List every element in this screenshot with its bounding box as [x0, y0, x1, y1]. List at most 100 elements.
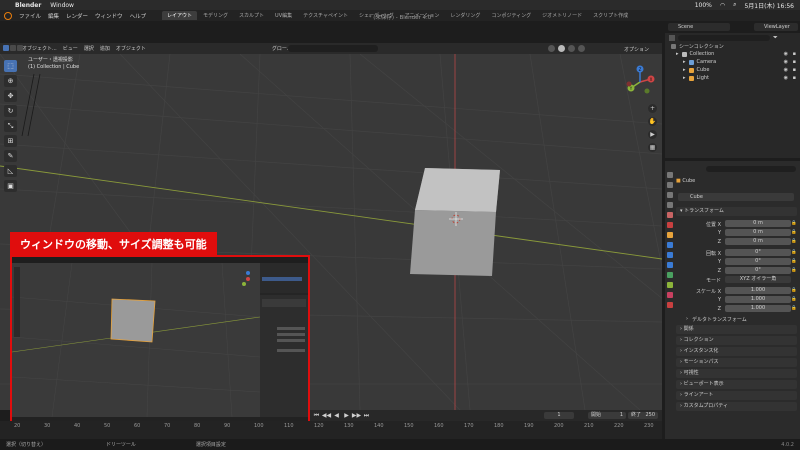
render-camera-icon[interactable]: ▪	[793, 75, 796, 81]
menu-help[interactable]: ヘルプ	[130, 12, 147, 20]
transform-icon[interactable]: ⊞	[4, 135, 17, 147]
render-camera-icon[interactable]: ▪	[793, 59, 796, 65]
tool-tab-icon[interactable]	[667, 172, 673, 178]
solid-shading-icon[interactable]	[558, 45, 565, 52]
navigation-gizmo[interactable]: X Y Z	[622, 64, 658, 100]
tab-0[interactable]: レイアウト	[162, 11, 198, 20]
outliner-search[interactable]	[678, 34, 770, 41]
prev-keyframe-icon[interactable]: ◀◀	[322, 412, 331, 419]
properties-section[interactable]: › 関係	[676, 325, 797, 334]
rotation-y[interactable]: Y 0° 🔒	[676, 258, 797, 266]
scale-icon[interactable]: ⤡	[4, 120, 17, 132]
tab-9[interactable]: ジオメトリノード	[537, 11, 587, 20]
scale-y[interactable]: Y 1.000 🔒	[676, 296, 797, 304]
rotation-mode[interactable]: モード XYZ オイラー角	[676, 276, 797, 284]
view-layer-tab-icon[interactable]	[667, 202, 673, 208]
transform-panel-header[interactable]: ▾ トランスフォーム	[676, 207, 797, 216]
viewport-search[interactable]	[288, 45, 378, 52]
rendered-shading-icon[interactable]	[578, 45, 585, 52]
tab-3[interactable]: UV編集	[270, 11, 297, 20]
visibility-eye-icon[interactable]: ◉	[784, 51, 788, 57]
properties-section[interactable]: › モーションパス	[676, 358, 797, 367]
material-shading-icon[interactable]	[568, 45, 575, 52]
wifi-icon[interactable]: ◠	[720, 2, 725, 9]
move-icon[interactable]: ✥	[4, 90, 17, 102]
expand-arrow-icon[interactable]: ▸	[676, 51, 679, 57]
rotation-z[interactable]: Z 0° 🔒	[676, 267, 797, 275]
menu-view[interactable]: ビュー	[63, 45, 78, 52]
render-camera-icon[interactable]: ▪	[793, 51, 796, 57]
expand-arrow-icon[interactable]: ▸	[683, 75, 686, 81]
world-tab-icon[interactable]	[667, 222, 673, 228]
output-tab-icon[interactable]	[667, 192, 673, 198]
scene-selector[interactable]: Scene	[668, 23, 730, 31]
cursor-icon[interactable]: ⊕	[4, 75, 17, 87]
properties-section[interactable]: › コレクション	[676, 336, 797, 345]
tab-4[interactable]: テクスチャペイント	[298, 11, 353, 20]
render-tab-icon[interactable]	[667, 182, 673, 188]
properties-section[interactable]: › ビューポート表示	[676, 380, 797, 389]
hand-icon[interactable]: ✋	[648, 117, 657, 126]
tab-2[interactable]: スカルプト	[234, 11, 269, 20]
clock[interactable]: 5月1日(木) 16:56	[744, 1, 794, 10]
outliner-item[interactable]: ▸ Collection ◉ ▪	[665, 50, 800, 58]
menu-render[interactable]: レンダー	[66, 12, 88, 20]
camera-view-icon[interactable]: ▶	[648, 130, 657, 139]
texture-tab-icon[interactable]	[667, 302, 673, 308]
location-y[interactable]: Y0 m 🔒	[676, 229, 797, 237]
outliner-item[interactable]: ▸ Cube ◉ ▪	[665, 66, 800, 74]
tab-10[interactable]: スクリプト作成	[588, 11, 633, 20]
jump-end-icon[interactable]: ⏭	[363, 412, 370, 419]
view-layer-selector[interactable]: ViewLayer	[754, 23, 798, 31]
annotate-icon[interactable]: ✎	[4, 150, 17, 162]
jump-start-icon[interactable]: ⏮	[313, 412, 320, 419]
render-camera-icon[interactable]: ▪	[793, 67, 796, 73]
material-tab-icon[interactable]	[667, 292, 673, 298]
scale-x[interactable]: スケール X 1.000 🔒	[676, 287, 797, 295]
editor-type[interactable]	[3, 45, 23, 51]
play-reverse-icon[interactable]: ◀	[333, 412, 340, 419]
physics-tab-icon[interactable]	[667, 262, 673, 268]
outliner-item[interactable]: ▸ Light ◉ ▪	[665, 74, 800, 82]
tab-8[interactable]: コンポジティング	[486, 11, 536, 20]
scale-z[interactable]: Z 1.000 🔒	[676, 305, 797, 313]
particles-tab-icon[interactable]	[667, 252, 673, 258]
current-frame-field[interactable]: 1	[544, 412, 574, 419]
scene-tab-icon[interactable]	[667, 212, 673, 218]
mode-dropdown[interactable]: オブジェクト...	[22, 45, 57, 52]
properties-section[interactable]: › 可視性	[676, 369, 797, 378]
location-z[interactable]: Z0 m 🔒	[676, 238, 797, 246]
visibility-eye-icon[interactable]: ◉	[784, 75, 788, 81]
next-keyframe-icon[interactable]: ▶▶	[352, 412, 361, 419]
outliner-root[interactable]: シーンコレクション	[665, 42, 800, 50]
tab-6[interactable]: アニメーション	[400, 11, 445, 20]
properties-section[interactable]: › インスタンス化	[676, 347, 797, 356]
properties-search[interactable]	[706, 166, 796, 172]
visibility-eye-icon[interactable]: ◉	[784, 59, 788, 65]
blender-logo-icon[interactable]	[4, 12, 12, 20]
outliner-type-icon[interactable]	[669, 34, 675, 41]
grid-view-icon[interactable]: ▦	[648, 143, 657, 152]
tab-7[interactable]: レンダリング	[445, 11, 485, 20]
expand-arrow-icon[interactable]: ▸	[683, 67, 686, 73]
menu-file[interactable]: ファイル	[19, 12, 41, 20]
search-icon[interactable]: ⌕	[733, 1, 736, 9]
options-button[interactable]: オプション	[624, 46, 649, 53]
object-tab-icon[interactable]	[667, 232, 673, 238]
object-name-field[interactable]: Cube	[678, 193, 794, 201]
location-x[interactable]: 位置 X0 m 🔒	[676, 220, 797, 228]
start-frame-field[interactable]: 開始 1	[588, 412, 626, 419]
select-box-icon[interactable]: ⬚	[4, 60, 17, 72]
delta-transform-header[interactable]: › デルタトランスフォーム	[676, 315, 797, 323]
tab-5[interactable]: シェーディング	[354, 11, 399, 20]
properties-section[interactable]: › カスタムプロパティ	[676, 402, 797, 411]
tab-1[interactable]: モデリング	[198, 11, 233, 20]
filter-icon[interactable]: ⏷	[773, 34, 778, 42]
menu-edit[interactable]: 編集	[48, 12, 59, 20]
rotation-x[interactable]: 回転 X 0° 🔒	[676, 249, 797, 257]
visibility-eye-icon[interactable]: ◉	[784, 67, 788, 73]
expand-arrow-icon[interactable]: ▸	[683, 59, 686, 65]
play-icon[interactable]: ▶	[343, 412, 350, 419]
properties-section[interactable]: › ラインアート	[676, 391, 797, 400]
add-cube-icon[interactable]: ▣	[4, 180, 17, 192]
